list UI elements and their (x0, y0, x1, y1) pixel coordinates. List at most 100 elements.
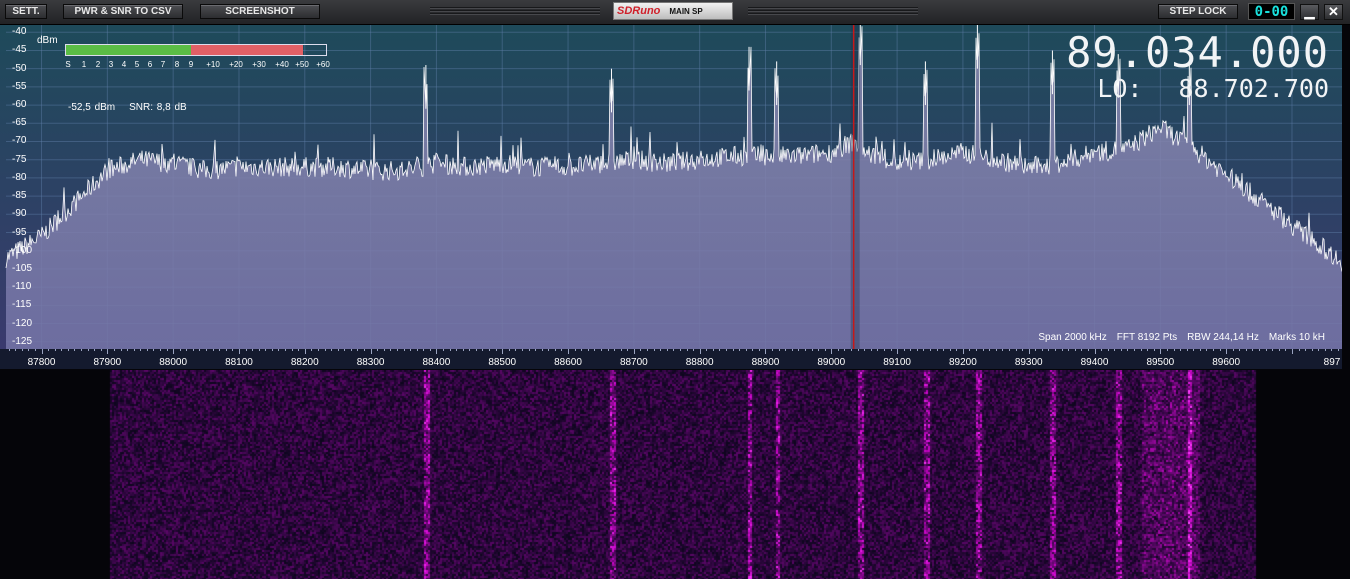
x-tick-label: 89100 (883, 357, 911, 368)
x-minor-tick (936, 349, 938, 351)
x-minor-tick (706, 349, 708, 351)
x-minor-tick (1265, 349, 1267, 351)
s-meter-label: 3 (108, 60, 114, 69)
x-minor-tick (548, 349, 550, 351)
x-tick-label: 88600 (554, 357, 582, 368)
x-minor-tick (67, 349, 69, 351)
drag-grip-right[interactable] (748, 7, 918, 16)
x-minor-tick (1219, 349, 1221, 351)
x-minor-tick (719, 349, 721, 351)
x-minor-tick (515, 349, 517, 351)
x-minor-tick (521, 349, 523, 351)
x-minor-tick (568, 349, 570, 354)
x-tick-label: 88800 (685, 357, 714, 368)
x-minor-tick (298, 349, 300, 351)
x-minor-tick (278, 349, 280, 351)
x-minor-tick (1252, 349, 1254, 351)
x-minor-tick (238, 349, 240, 354)
x-minor-tick (1232, 349, 1234, 351)
x-minor-tick (594, 349, 596, 351)
x-minor-tick (271, 349, 273, 351)
x-minor-tick (1291, 349, 1293, 354)
x-minor-tick (535, 349, 537, 351)
x-minor-tick (1311, 349, 1313, 351)
x-minor-tick (824, 349, 826, 351)
x-minor-tick (21, 349, 23, 351)
x-minor-tick (758, 349, 760, 351)
x-minor-tick (1055, 349, 1057, 351)
y-tick-label: -95 (12, 226, 27, 238)
x-minor-tick (1041, 349, 1043, 351)
x-minor-tick (186, 349, 188, 351)
x-minor-tick (442, 349, 444, 351)
drag-grip-left[interactable] (430, 7, 600, 16)
x-minor-tick (890, 349, 892, 351)
x-tick-label: 87800 (27, 357, 56, 368)
x-minor-tick (1166, 349, 1168, 351)
screenshot-button[interactable]: SCREENSHOT (200, 4, 320, 19)
pwr-snr-to-csv-button[interactable]: PWR & SNR TO CSV (63, 4, 183, 19)
tuned-frequency[interactable]: 89.034.000 (1066, 32, 1329, 74)
lo-readout[interactable]: LO: 88.702.700 (1097, 75, 1329, 103)
x-minor-tick (475, 349, 477, 351)
s-meter-label: 1 (81, 60, 87, 69)
x-minor-tick (1094, 349, 1096, 354)
x-minor-tick (502, 349, 504, 354)
x-minor-tick (140, 349, 142, 351)
y-tick-label: -70 (12, 135, 27, 147)
x-minor-tick (28, 349, 30, 351)
x-minor-tick (837, 349, 839, 351)
x-minor-tick (633, 349, 635, 354)
x-minor-tick (798, 349, 800, 351)
x-minor-tick (423, 349, 425, 351)
frequency-axis[interactable]: 87800 87900 88000 88100 88200 88300 88400 88500… (0, 349, 1342, 369)
x-minor-tick (324, 349, 326, 351)
x-minor-tick (1015, 349, 1017, 351)
y-tick-label: -125 (12, 335, 33, 347)
x-minor-tick (943, 349, 945, 351)
x-minor-tick (482, 349, 484, 351)
settings-button[interactable]: SETT. (5, 4, 47, 19)
app-logo-plate: SDRuno MAIN SP (613, 2, 733, 20)
x-minor-tick (1140, 349, 1142, 351)
x-minor-tick (265, 349, 267, 351)
x-minor-tick (350, 349, 352, 351)
waterfall-display[interactable] (0, 370, 1342, 579)
x-minor-tick (1074, 349, 1076, 351)
s-meter-label: 6 (147, 60, 153, 69)
x-tick-label: 89300 (1014, 357, 1043, 368)
x-minor-tick (1298, 349, 1300, 351)
x-minor-tick (778, 349, 780, 351)
x-minor-tick (153, 349, 155, 351)
x-minor-tick (495, 349, 497, 351)
tuning-band (850, 25, 860, 349)
x-minor-tick (337, 349, 339, 351)
x-minor-tick (614, 349, 616, 351)
x-minor-tick (877, 349, 879, 351)
title-bar: SETT. PWR & SNR TO CSV SCREENSHOT SDRuno… (0, 0, 1350, 25)
x-minor-tick (811, 349, 813, 351)
y-tick-label: -100 (12, 244, 33, 256)
y-tick-label: -110 (12, 281, 32, 293)
x-tick-label: 88900 (751, 357, 780, 368)
x-minor-tick (765, 349, 767, 354)
minimize-icon[interactable]: ▁ (1300, 4, 1319, 20)
x-tick-label: 88500 (488, 357, 517, 368)
x-minor-tick (732, 349, 734, 351)
x-minor-tick (995, 349, 997, 351)
x-minor-tick (1068, 349, 1070, 351)
x-minor-tick (1087, 349, 1089, 351)
unit-label: dBm (37, 35, 58, 46)
x-minor-tick (34, 349, 36, 351)
x-minor-tick (653, 349, 655, 351)
s-meter-label: +30 (252, 60, 266, 69)
s-meter-label: 7 (160, 60, 166, 69)
x-minor-tick (561, 349, 563, 351)
x-minor-tick (1022, 349, 1024, 351)
x-minor-tick (160, 349, 161, 351)
x-minor-tick (976, 349, 978, 351)
x-minor-tick (173, 349, 175, 354)
step-lock-button[interactable]: STEP LOCK (1158, 4, 1238, 19)
close-icon[interactable]: ✕ (1324, 4, 1343, 20)
lo-frequency[interactable]: 88.702.700 (1178, 75, 1329, 103)
